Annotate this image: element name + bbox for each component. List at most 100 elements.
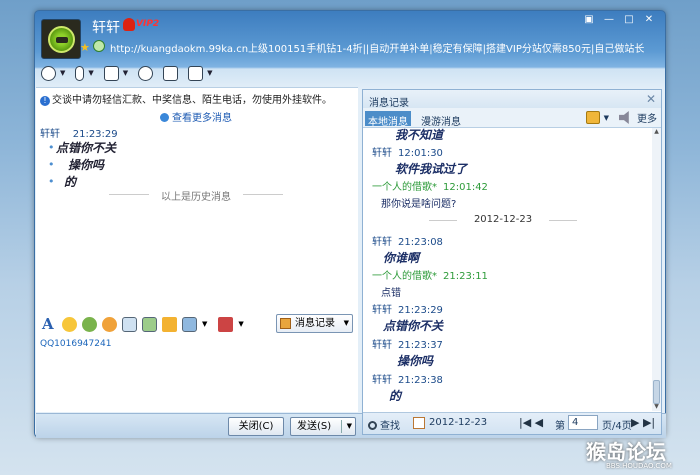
toolbox-icon[interactable] <box>218 316 234 332</box>
record-message: 软件我试过了 <box>395 162 468 176</box>
chat-window: 轩轩 VIP2 ★ http://kuangdaokm.99ka.cn上级100… <box>34 10 666 438</box>
image-icon[interactable] <box>142 316 157 332</box>
date-separator: 2012-12-23 <box>429 214 577 225</box>
screenshot-icon[interactable] <box>122 316 137 332</box>
close-window-button[interactable]: ✕ <box>639 13 659 27</box>
record-message: 我不知道 <box>395 128 444 142</box>
record-sender: 一个人的借歌* 21:23:11 <box>372 271 488 282</box>
tab-local-messages[interactable]: 本地消息 <box>365 111 411 128</box>
last-page-icon[interactable]: ▶| <box>643 416 655 429</box>
chevron-down-icon[interactable]: ▼ <box>604 114 609 122</box>
safety-notice: ! 交谈中请勿轻信汇款、中奖信息、陌生电话，勿使用外挂软件。 <box>40 91 332 106</box>
history-divider: 以上是历史消息 <box>109 188 283 203</box>
book-icon <box>280 318 291 329</box>
record-message: 那你说是啥问题? <box>381 199 457 210</box>
record-tabs: 本地消息 漫游消息 ▼ 更多 <box>363 108 661 128</box>
record-sender: 轩轩 21:23:29 <box>372 305 443 316</box>
chevron-down-icon[interactable]: ▼ <box>60 69 65 77</box>
contact-avatar[interactable] <box>41 19 81 59</box>
record-footer: 查找 2012-12-23 |◀ ◀ 第 4 页/4页 ▶ ▶| <box>363 412 661 434</box>
skin-button[interactable]: ▣ <box>579 13 599 27</box>
maximize-button[interactable]: □ <box>619 13 639 27</box>
bullet-icon: • <box>48 158 55 171</box>
scroll-up-icon[interactable]: ▲ <box>652 128 661 136</box>
scroll-thumb[interactable] <box>653 380 660 404</box>
voice-call-icon[interactable] <box>75 65 85 81</box>
user-icon[interactable] <box>162 316 177 332</box>
chat-toolbar: ▼ ▼ ▼ ▼ <box>41 63 219 83</box>
prev-page-icon[interactable]: ◀ <box>535 416 543 429</box>
emoticon-icon[interactable] <box>62 316 77 332</box>
history-message: 点错你不关 <box>56 141 117 155</box>
chevron-down-icon[interactable]: ▼ <box>88 69 93 77</box>
contact-name: 轩轩 <box>92 20 120 36</box>
screen-icon[interactable] <box>182 316 197 332</box>
page-nav-next-last: ▶ ▶| <box>631 416 655 429</box>
qq-penguin-icon <box>123 18 135 31</box>
page-total: 页/4页 <box>602 421 632 432</box>
history-message: 操你吗 <box>68 158 105 172</box>
record-sender: 轩轩 21:23:38 <box>372 375 443 386</box>
message-record-panel: 消息记录 ✕ 本地消息 漫游消息 ▼ 更多 我不知道 轩轩 12:01:30 软件我… <box>362 89 662 435</box>
info-icon: ! <box>40 96 50 106</box>
chevron-down-icon[interactable]: ▼ <box>344 315 349 332</box>
page-label: 第 <box>555 421 565 432</box>
vibrate-icon[interactable] <box>102 316 117 332</box>
record-list[interactable]: 我不知道 轩轩 12:01:30 软件我试过了 一个人的借歌* 12:01:42 那… <box>363 128 653 411</box>
find-button[interactable]: 查找 <box>368 417 400 432</box>
panel-header: 消息记录 ✕ <box>363 90 661 109</box>
record-scrollbar[interactable]: ▲ ▼ <box>652 128 661 411</box>
first-page-icon[interactable]: |◀ <box>519 416 531 429</box>
more-messages-link[interactable]: 查看更多消息 <box>160 109 232 124</box>
close-panel-icon[interactable]: ✕ <box>646 92 656 106</box>
search-icon <box>368 421 377 430</box>
remote-desktop-icon[interactable] <box>163 65 179 81</box>
apps-icon[interactable] <box>188 65 204 81</box>
message-record-button[interactable]: 消息记录 ▼ <box>276 314 353 333</box>
chevron-down-icon[interactable]: ▼ <box>202 320 207 328</box>
font-icon[interactable]: A <box>42 316 57 332</box>
send-button[interactable]: 发送(S) ▼ <box>290 417 356 436</box>
record-message: 你谁啊 <box>383 251 420 265</box>
record-message: 操你吗 <box>397 354 434 368</box>
calendar-icon[interactable] <box>413 417 425 429</box>
record-sender: 轩轩 12:01:30 <box>372 148 443 159</box>
record-message: 点错 <box>381 288 401 299</box>
next-page-icon[interactable]: ▶ <box>631 416 639 429</box>
watermark-url: BBS.HOUDAO.COM <box>606 462 672 470</box>
vip-badge: VIP2 <box>123 18 159 32</box>
page-nav-first-prev: |◀ ◀ <box>519 416 543 429</box>
tab-roaming-messages[interactable]: 漫游消息 <box>418 111 464 128</box>
scroll-down-icon[interactable]: ▼ <box>652 403 661 411</box>
date-value[interactable]: 2012-12-23 <box>429 417 487 428</box>
page-input[interactable]: 4 <box>568 415 598 430</box>
contact-signature: http://kuangdaokm.99ka.cn上级100151手机钻1-4折… <box>110 44 645 55</box>
manager-icon[interactable] <box>585 111 600 124</box>
record-message: 的 <box>389 389 402 403</box>
history-sender: 轩轩 21:23:29 <box>40 129 118 140</box>
watermark-logo: 猴岛论坛 <box>586 440 666 464</box>
file-transfer-icon[interactable] <box>103 65 119 81</box>
magic-face-icon[interactable] <box>82 316 97 332</box>
video-call-icon[interactable] <box>41 65 56 81</box>
chevron-down-icon[interactable]: ▼ <box>207 69 212 77</box>
more-button[interactable]: 更多 <box>637 110 657 125</box>
chevron-down-icon[interactable]: ▼ <box>347 418 352 435</box>
status-icon <box>93 40 105 52</box>
chevron-down-icon[interactable]: ▼ <box>123 69 128 77</box>
bullet-icon: • <box>48 175 55 188</box>
record-message: 点错你不关 <box>383 319 444 333</box>
clock-icon <box>160 113 169 122</box>
bullet-icon: • <box>48 141 55 154</box>
message-area[interactable]: ! 交谈中请勿轻信汇款、中奖信息、陌生电话，勿使用外挂软件。 查看更多消息 轩轩 … <box>36 87 358 412</box>
record-sender: 轩轩 21:23:37 <box>372 340 443 351</box>
add-contact-icon[interactable] <box>138 65 154 81</box>
record-sender: 轩轩 21:23:08 <box>372 237 443 248</box>
speaker-icon[interactable] <box>619 111 629 124</box>
close-button[interactable]: 关闭(C) <box>228 417 284 436</box>
minimize-button[interactable]: — <box>599 13 619 27</box>
chevron-down-icon[interactable]: ▼ <box>238 320 243 328</box>
input-text[interactable]: QQ1016947241 <box>40 339 111 349</box>
history-message: 的 <box>64 175 77 189</box>
record-sender: 一个人的借歌* 12:01:42 <box>372 182 488 193</box>
